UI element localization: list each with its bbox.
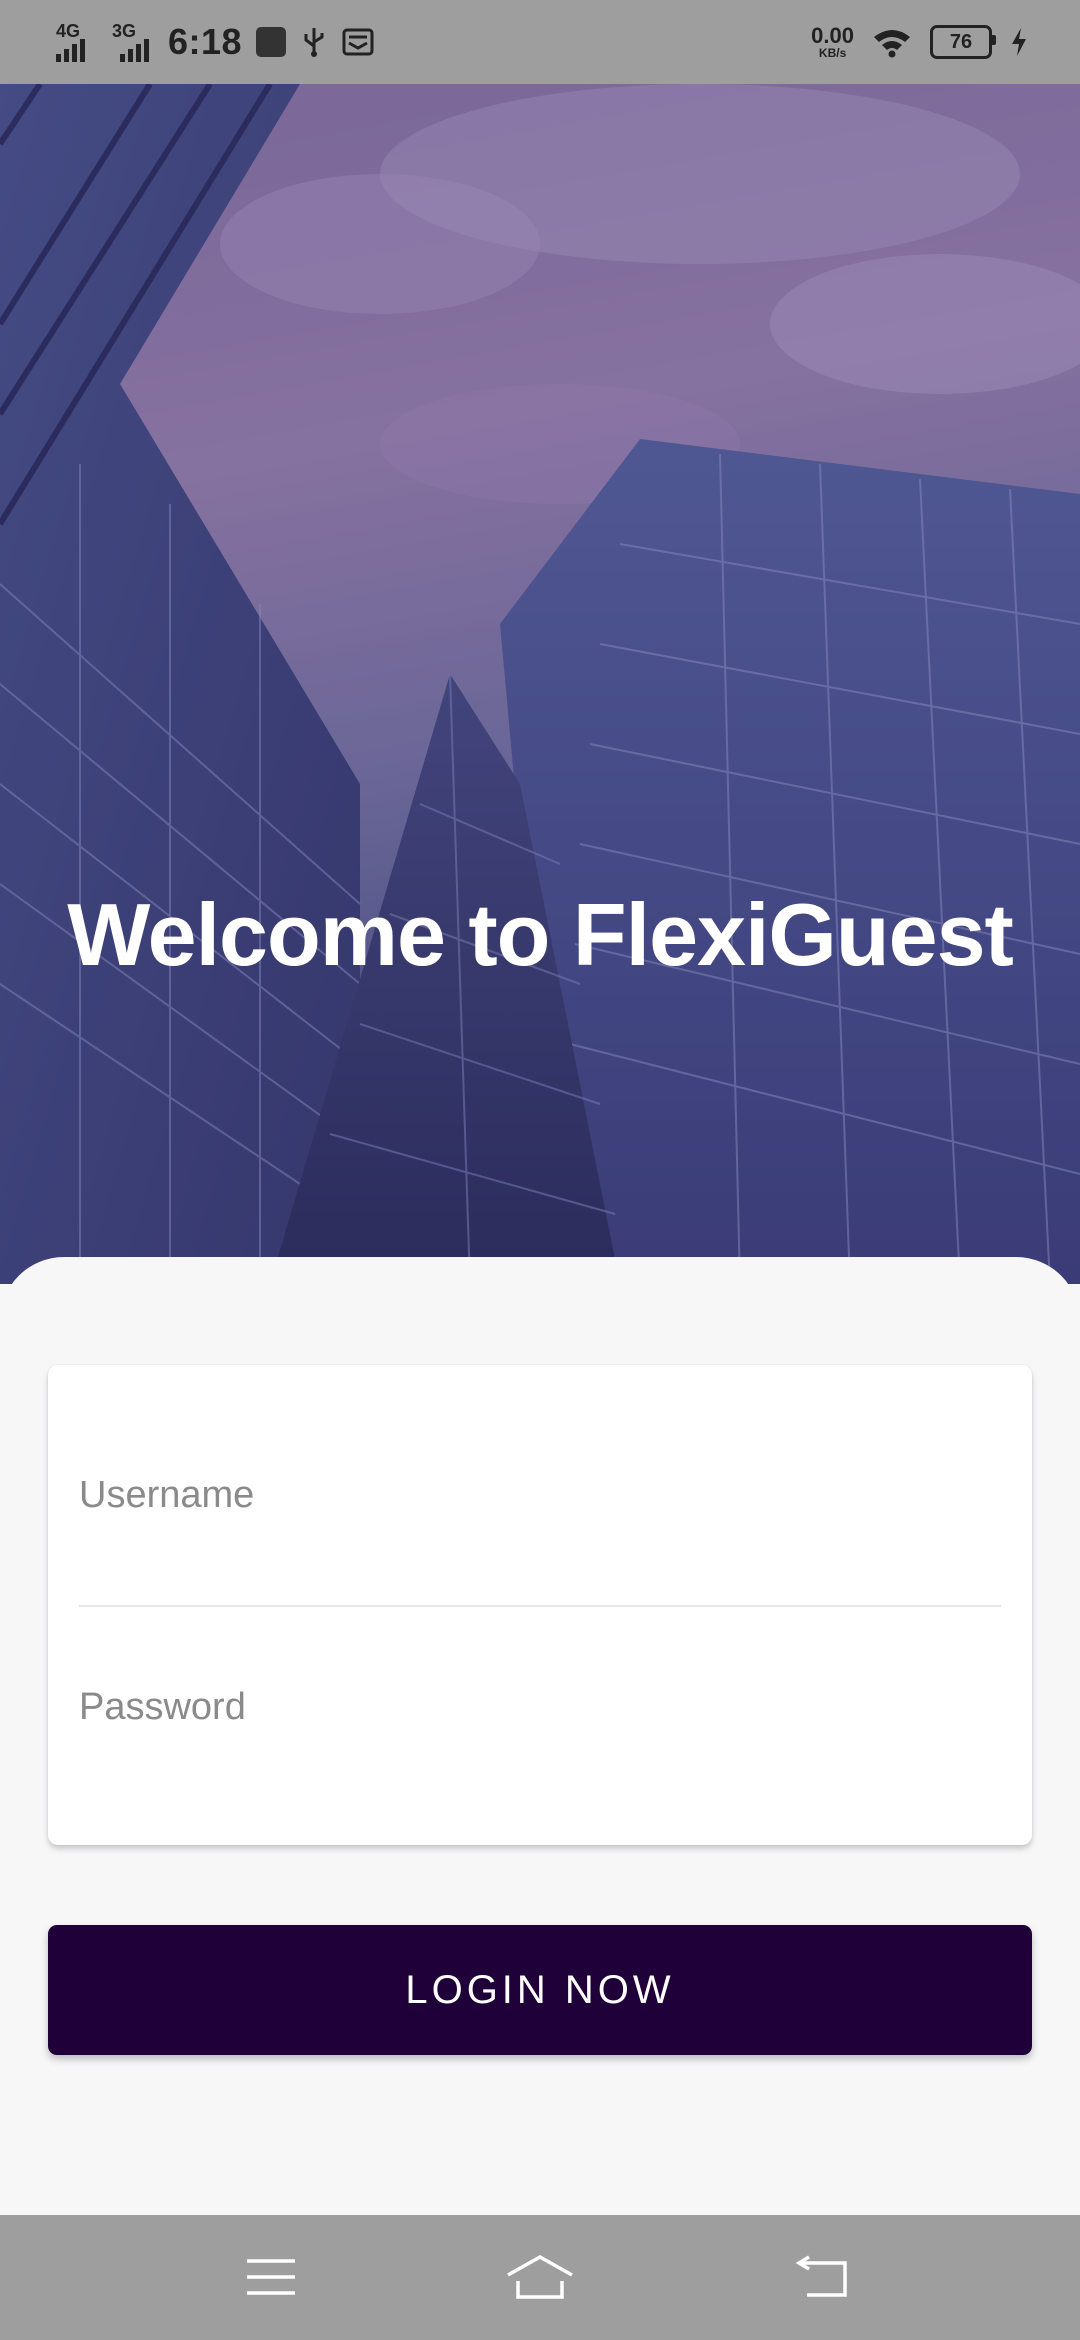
welcome-title: Welcome to FlexiGuest — [67, 885, 1014, 984]
status-bar-left: 4G 3G 6:18 — [56, 14, 374, 70]
clock: 6:18 — [168, 21, 243, 62]
network-speed-unit: KB/s — [818, 46, 847, 60]
login-form-card — [48, 1365, 1032, 1845]
home-icon — [507, 2254, 573, 2299]
menu-icon — [247, 2259, 295, 2295]
charging-icon — [1012, 28, 1026, 56]
home-button[interactable] — [500, 2245, 580, 2309]
username-input[interactable] — [79, 1465, 1001, 1525]
message-icon — [342, 28, 374, 56]
status-bar: 4G 3G 6:18 0.00 KB/s 76 — [0, 0, 1080, 84]
wifi-icon — [874, 30, 910, 58]
hero-banner: Welcome to FlexiGuest — [0, 84, 1080, 1284]
password-input[interactable] — [79, 1677, 1001, 1737]
usb-debug-icon — [256, 27, 287, 57]
usb-icon — [304, 28, 324, 57]
network-speed-value: 0.00 — [811, 23, 854, 48]
field-divider — [79, 1605, 1001, 1607]
network-speed: 0.00 KB/s — [811, 23, 854, 60]
menu-button[interactable] — [231, 2245, 311, 2309]
back-button[interactable] — [783, 2245, 863, 2309]
navigation-bar — [0, 2215, 1080, 2340]
status-bar-right: 0.00 KB/s 76 — [811, 14, 1028, 70]
network-type-label-2: 3G — [112, 21, 137, 41]
skyscraper-background-image — [0, 84, 1080, 1284]
signal-icon-4g: 4G — [56, 22, 98, 62]
battery-level: 76 — [949, 30, 973, 53]
network-type-label: 4G — [56, 21, 81, 41]
battery-icon: 76 — [930, 25, 996, 59]
signal-icon-3g: 3G — [112, 22, 154, 62]
back-icon — [795, 2255, 847, 2297]
login-button[interactable]: LOGIN NOW — [48, 1925, 1032, 2055]
login-sheet: LOGIN NOW — [0, 1257, 1080, 2215]
